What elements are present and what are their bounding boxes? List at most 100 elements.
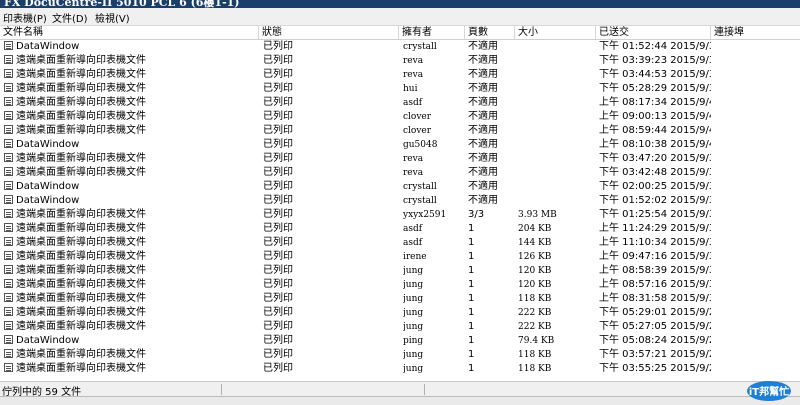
table-row[interactable]: 遠端桌面重新導向印表機文件 已列印 jung 1 118 KB 下午 03:57:21 2… [0, 348, 800, 362]
menu-printer[interactable]: 印表機(P) [3, 10, 47, 25]
window-titlebar: FX DocuCentre-II 5010 PCL 6 (6樓1-1) [0, 0, 800, 8]
table-row[interactable]: 遠端桌面重新導向印表機文件 已列印 jung 1 222 KB 下午 05:29:01 2… [0, 306, 800, 320]
table-row[interactable]: 遠端桌面重新導向印表機文件 已列印 hui 不適用 下午 05:28:29 2015/9… [0, 82, 800, 96]
row-name: 遠端桌面重新導向印表機文件 [4, 110, 256, 124]
row-status: 已列印 [263, 279, 293, 290]
row-name: 遠端桌面重新導向印表機文件 [4, 250, 256, 264]
row-owner: jung [403, 294, 424, 304]
row-status: 已列印 [263, 181, 293, 192]
document-name: 遠端桌面重新導向印表機文件 [16, 69, 146, 80]
row-port [714, 236, 800, 250]
table-row[interactable]: 遠端桌面重新導向印表機文件 已列印 jung 1 118 KB 下午 03:55:25 2… [0, 362, 800, 376]
table-row[interactable]: DataWindow 已列印 crystall 不適用 下午 01:52:02 2015… [0, 194, 800, 208]
table-row[interactable]: 遠端桌面重新導向印表機文件 已列印 jung 1 222 KB 下午 05:27:05 2… [0, 320, 800, 334]
table-row[interactable]: DataWindow 已列印 crystall 不適用 下午 01:52:44 2015… [0, 40, 800, 54]
table-row[interactable]: 遠端桌面重新導向印表機文件 已列印 asdf 不適用 上午 08:17:34 2015/… [0, 96, 800, 110]
row-port [714, 278, 800, 292]
row-owner: crystall [403, 42, 437, 52]
document-name: 遠端桌面重新導向印表機文件 [16, 251, 146, 262]
column-header-status[interactable]: 狀態 [259, 26, 399, 39]
row-pages: 不適用 [468, 125, 498, 136]
document-name: 遠端桌面重新導向印表機文件 [16, 265, 146, 276]
document-name: 遠端桌面重新導向印表機文件 [16, 209, 146, 220]
row-size: 118 KB [518, 350, 552, 360]
document-icon [4, 69, 13, 78]
document-icon [4, 237, 13, 246]
itbang-logo-watermark: iT邦幫忙 [747, 381, 791, 401]
document-icon [4, 41, 13, 50]
document-name: 遠端桌面重新導向印表機文件 [16, 363, 146, 374]
row-port [714, 362, 800, 376]
row-pages: 1 [468, 293, 475, 304]
row-pages: 3/3 [468, 209, 485, 220]
table-row[interactable]: DataWindow 已列印 ping 1 79.4 KB 下午 05:08:24 201… [0, 334, 800, 348]
row-owner: gu5048 [403, 140, 438, 150]
row-pages: 不適用 [468, 153, 498, 164]
table-row[interactable]: 遠端桌面重新導向印表機文件 已列印 reva 不適用 下午 03:39:23 2015/… [0, 54, 800, 68]
print-queue-list[interactable]: DataWindow 已列印 crystall 不適用 下午 01:52:44 2015… [0, 40, 800, 380]
row-pages: 不適用 [468, 139, 498, 150]
row-name: 遠端桌面重新導向印表機文件 [4, 292, 256, 306]
column-header-name[interactable]: 文件名稱 [0, 26, 259, 39]
row-status: 已列印 [263, 69, 293, 80]
document-icon [4, 181, 13, 190]
row-name: 遠端桌面重新導向印表機文件 [4, 278, 256, 292]
row-name: 遠端桌面重新導向印表機文件 [4, 68, 256, 82]
row-size: 79.4 KB [518, 336, 555, 346]
row-status: 已列印 [263, 321, 293, 332]
table-row[interactable]: 遠端桌面重新導向印表機文件 已列印 yxyx2591 3/3 3.93 MB 下午 01:… [0, 208, 800, 222]
row-status: 已列印 [263, 349, 293, 360]
table-row[interactable]: 遠端桌面重新導向印表機文件 已列印 clover 不適用 上午 08:59:44 201… [0, 124, 800, 138]
column-header-sent[interactable]: 已送交 [596, 26, 711, 39]
column-header-owner[interactable]: 擁有者 [399, 26, 465, 39]
table-row[interactable]: 遠端桌面重新導向印表機文件 已列印 reva 不適用 下午 03:47:20 2015/… [0, 152, 800, 166]
row-name: DataWindow [4, 334, 256, 348]
row-name: 遠端桌面重新導向印表機文件 [4, 166, 256, 180]
row-owner: jung [403, 266, 424, 276]
table-row[interactable]: 遠端桌面重新導向印表機文件 已列印 jung 1 120 KB 上午 08:58:39 2… [0, 264, 800, 278]
document-icon [4, 209, 13, 218]
row-owner: hui [403, 84, 418, 94]
menu-document[interactable]: 文件(D) [52, 10, 88, 25]
row-name: DataWindow [4, 180, 256, 194]
row-size: 118 KB [518, 294, 552, 304]
row-sent: 上午 11:24:29 2015/9/3 [599, 223, 711, 234]
row-size: 3.93 MB [518, 210, 557, 220]
row-port [714, 124, 800, 138]
document-icon [4, 251, 13, 260]
row-sent: 下午 01:52:02 2015/9/3 [599, 195, 711, 206]
table-row[interactable]: DataWindow 已列印 gu5048 不適用 上午 08:10:38 2015/9… [0, 138, 800, 152]
row-status: 已列印 [263, 55, 293, 66]
row-owner: reva [403, 56, 424, 66]
menu-view[interactable]: 檢視(V) [95, 10, 130, 25]
row-port [714, 110, 800, 124]
status-separator [221, 384, 222, 395]
document-icon [4, 83, 13, 92]
table-row[interactable]: 遠端桌面重新導向印表機文件 已列印 irene 1 126 KB 上午 09:47:16 … [0, 250, 800, 264]
row-status: 已列印 [263, 223, 293, 234]
table-row[interactable]: 遠端桌面重新導向印表機文件 已列印 reva 不適用 下午 03:42:48 2015/… [0, 166, 800, 180]
column-header-size[interactable]: 大小 [515, 26, 596, 39]
row-size [518, 54, 594, 68]
table-row[interactable]: 遠端桌面重新導向印表機文件 已列印 asdf 1 204 KB 上午 11:24:29 2… [0, 222, 800, 236]
column-header-pages[interactable]: 頁數 [465, 26, 515, 39]
table-row[interactable]: 遠端桌面重新導向印表機文件 已列印 jung 1 118 KB 上午 08:31:58 2… [0, 292, 800, 306]
row-pages: 不適用 [468, 55, 498, 66]
document-icon [4, 55, 13, 64]
row-name: 遠端桌面重新導向印表機文件 [4, 348, 256, 362]
table-row[interactable]: 遠端桌面重新導向印表機文件 已列印 jung 1 120 KB 上午 08:57:16 2… [0, 278, 800, 292]
row-port [714, 264, 800, 278]
table-row[interactable]: 遠端桌面重新導向印表機文件 已列印 asdf 1 144 KB 上午 11:10:34 2… [0, 236, 800, 250]
document-icon [4, 111, 13, 120]
row-port [714, 96, 800, 110]
row-status: 已列印 [263, 139, 293, 150]
table-row[interactable]: 遠端桌面重新導向印表機文件 已列印 clover 不適用 上午 09:00:13 201… [0, 110, 800, 124]
row-owner: asdf [403, 238, 423, 248]
table-row[interactable]: 遠端桌面重新導向印表機文件 已列印 reva 不適用 下午 03:44:53 2015/… [0, 68, 800, 82]
document-name: DataWindow [16, 41, 80, 52]
row-status: 已列印 [263, 125, 293, 136]
row-status: 已列印 [263, 265, 293, 276]
row-pages: 不適用 [468, 195, 498, 206]
table-row[interactable]: DataWindow 已列印 crystall 不適用 下午 02:00:25 2015… [0, 180, 800, 194]
column-header-port[interactable]: 連接埠 [711, 26, 800, 39]
